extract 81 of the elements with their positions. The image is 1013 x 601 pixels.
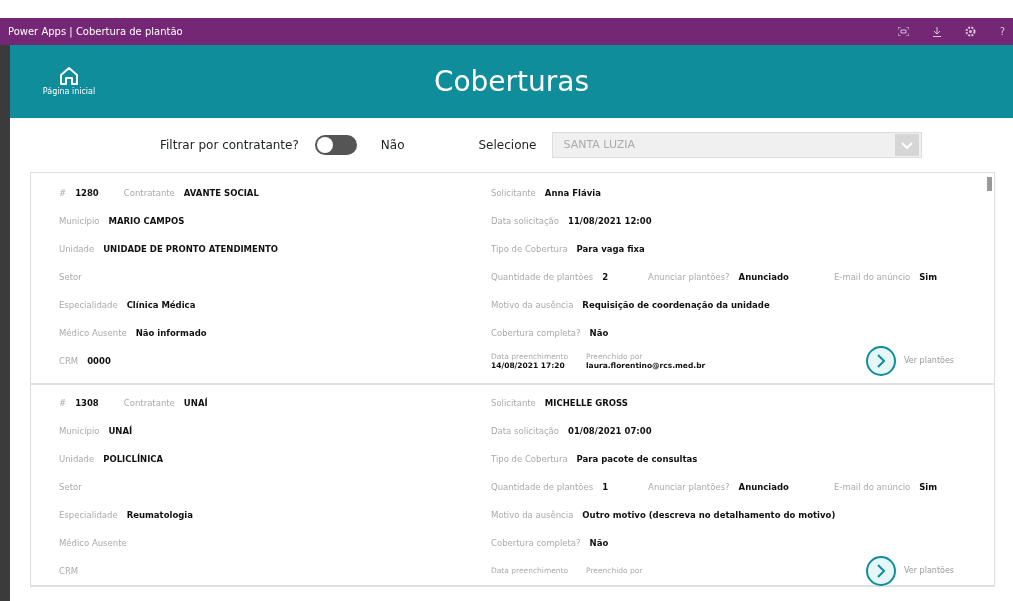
field-value: Anna Flávia — [544, 186, 601, 200]
settings-icon[interactable] — [964, 26, 976, 37]
field-label: CRM — [59, 354, 79, 368]
field-value: Outro motivo (descreva no detalhamento do motivo) — [582, 508, 836, 522]
field-value: AVANTE SOCIAL — [183, 186, 259, 200]
field-value: 11/08/2021 12:00 — [568, 214, 652, 228]
field-value: 01/08/2021 07:00 — [568, 424, 652, 438]
field-label: Solicitante — [491, 186, 536, 200]
field-label: Solicitante — [491, 396, 536, 410]
field-label: # — [59, 396, 67, 410]
home-label: Página inicial — [42, 85, 96, 98]
field-label: Data solicitação — [491, 424, 559, 438]
page-title: Coberturas — [432, 63, 591, 100]
field-value: Sim — [919, 480, 938, 494]
download-icon[interactable] — [932, 26, 941, 37]
field-value: Não — [589, 326, 609, 340]
field-value: Anunciado — [738, 480, 789, 494]
field-value: UNIDADE DE PRONTO ATENDIMENTO — [103, 242, 278, 256]
field-value: POLICLÍNICA — [103, 452, 164, 466]
field-value: UNAÍ — [108, 424, 133, 438]
field-value: Sim — [919, 270, 938, 284]
field-label: Data solicitação — [491, 214, 559, 228]
field-label: Unidade — [59, 452, 95, 466]
field-value: 1280 — [75, 186, 99, 200]
field-label: Motivo da ausência — [491, 508, 574, 522]
home-button[interactable]: Página inicial — [34, 65, 104, 98]
fit-screen-icon[interactable] — [897, 27, 909, 36]
field-label: Contratante — [123, 396, 175, 410]
field-label: CRM — [59, 564, 79, 578]
field-value: 1 — [602, 480, 609, 494]
field-label: Especialidade — [59, 508, 118, 522]
field-value: 1308 — [75, 396, 99, 410]
field-value: MICHELLE GROSS — [544, 396, 628, 410]
home-icon — [59, 65, 79, 86]
field-label: Médico Ausente — [59, 326, 127, 340]
view-shifts-link[interactable]: Ver plantões — [904, 355, 954, 367]
field-label: Médico Ausente — [59, 536, 127, 550]
field-value: 0000 — [87, 354, 111, 368]
field-label: Tipo de Cobertura — [491, 242, 568, 256]
toggle-switch[interactable] — [314, 135, 357, 155]
filter-label: Filtrar por contratante? — [160, 137, 299, 154]
next-button[interactable] — [866, 346, 896, 376]
field-label: Anunciar plantões? — [648, 480, 730, 494]
chevron-right-icon — [875, 354, 887, 368]
field-value: 2 — [602, 270, 609, 284]
field-value: Anunciado — [738, 270, 789, 284]
field-label: Setor — [59, 270, 82, 284]
chevron-right-icon — [875, 564, 887, 578]
field-label: Unidade — [59, 242, 95, 256]
field-label: Cobertura completa? — [491, 536, 581, 550]
field-label: Motivo da ausência — [491, 298, 574, 312]
field-value: UNAÍ — [183, 396, 208, 410]
help-button[interactable]: ? — [999, 24, 1005, 39]
field-label: Setor — [59, 480, 82, 494]
field-value: Clínica Médica — [126, 298, 196, 312]
caret-icon — [895, 134, 920, 156]
field-value: MARIO CAMPOS — [108, 214, 185, 228]
field-label: Município — [59, 214, 100, 228]
field-label: Quantidade de plantões — [491, 480, 594, 494]
field-label: Tipo de Cobertura — [491, 452, 568, 466]
field-label: Anunciar plantões? — [648, 270, 730, 284]
field-value: Para pacote de consultas — [576, 452, 698, 466]
field-label: E-mail do anúncio — [833, 270, 911, 284]
field-label: Especialidade — [59, 298, 118, 312]
field-value: Reumatologia — [126, 508, 193, 522]
field-label: Cobertura completa? — [491, 326, 581, 340]
field-value: Não — [589, 536, 609, 550]
view-shifts-link[interactable]: Ver plantões — [904, 565, 954, 577]
field-value: Não informado — [135, 326, 207, 340]
field-label: E-mail do anúncio — [833, 480, 911, 494]
field-label: Contratante — [123, 186, 175, 200]
field-label: # — [59, 186, 67, 200]
field-value: Requisição de coordenação da unidade — [582, 298, 770, 312]
scrollbar-thumb[interactable] — [987, 177, 992, 191]
field-value: Para vaga fixa — [576, 242, 645, 256]
toggle-value: Não — [380, 137, 405, 154]
app-title: Power Apps | Cobertura de plantão — [8, 25, 183, 39]
field-label: Quantidade de plantões — [491, 270, 594, 284]
field-label: Município — [59, 424, 100, 438]
next-button[interactable] — [866, 556, 896, 586]
select-label: Selecione — [478, 137, 537, 154]
